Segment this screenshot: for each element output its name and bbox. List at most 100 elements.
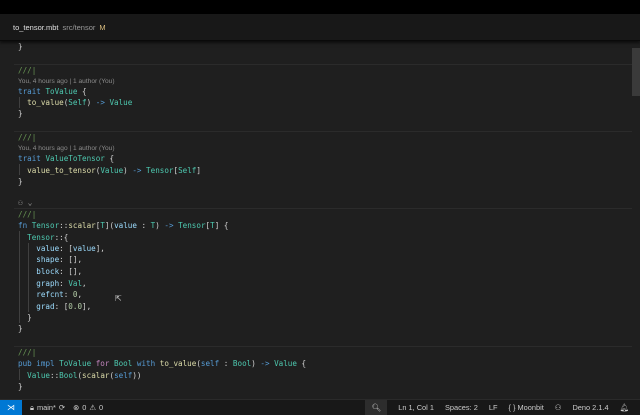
code-token: ], [82,302,92,311]
code-token: ///| [18,66,37,75]
code-line: } [18,41,23,52]
sync-icon: ⟳ [58,403,66,412]
separator [14,131,632,132]
code-token: value_to_tensor [18,166,96,175]
code-line: ///| [18,65,36,76]
code-token: } [18,109,23,118]
code-token: Bool [114,359,137,368]
code-line: ///| [18,209,36,220]
code-token: } [18,324,23,333]
code-token: } [18,313,32,322]
branch-indicator[interactable]: 🔒︎ main* ⟳ [30,403,65,413]
code-token: , [82,279,87,288]
bell-icon[interactable]: 🔔︎ [620,403,629,412]
language-mode[interactable]: { } Moonbit [508,403,543,412]
copilot-icon[interactable]: ⚇ ⌄ [18,197,32,208]
code-token: shape [18,255,60,264]
code-token: Val [68,279,83,288]
scrollbar-thumb[interactable] [632,48,640,96]
code-line: to_value(Self) -> Value [18,97,132,108]
code-token: Value [18,371,51,380]
code-token: { [109,154,115,163]
code-line: value: [value], [18,243,105,254]
code-token: : [136,221,151,230]
code-token: { [82,87,87,96]
code-line: ///| [18,347,36,358]
branch-name: main* [36,403,56,412]
code-token: -> [260,359,275,368]
tab-modified-badge: M [99,22,106,32]
code-token: ) [155,221,165,230]
code-line: ///| [18,132,36,143]
code-line: refcnt: 0, [18,289,82,300]
code-token: : [219,359,233,368]
code-token: : [ [59,244,73,253]
code-line: trait ToValue { [18,86,87,97]
copilot-status-icon[interactable]: ⚇ [555,403,562,412]
code-line: fn Tensor::scalar[T](value : T) -> Tenso… [18,220,228,231]
code-token: for [95,359,115,368]
error-count: 0 [82,403,87,412]
error-icon: ⊗ [73,403,80,412]
code-token: -> [164,221,179,230]
code-token: Self [178,166,197,175]
code-token: ///| [18,133,37,142]
editor-tab[interactable]: to_tensor.mbt src/tensor M [0,14,640,41]
code-token: Tensor [146,166,174,175]
code-line: value_to_tensor(Value) -> Tensor[Self] [18,165,201,176]
language-label: Moonbit [517,403,544,412]
code-token: scalar [68,221,96,230]
warning-icon: ⚠ [89,403,97,412]
code-line: } [18,323,23,334]
cursor-position[interactable]: Ln 1, Col 1 [398,403,434,412]
code-token: -> [132,166,147,175]
code-token: )) [132,371,142,380]
code-token: : [63,290,73,299]
code-token: ] { [214,221,229,230]
code-token: value [114,221,137,230]
code-line: grad: [0.0], [18,301,91,312]
code-token: Tensor [178,221,206,230]
code-token: ) [251,359,261,368]
separator [14,346,632,347]
code-token: value [72,244,96,253]
code-token: } [18,177,23,186]
title-bar [0,0,640,14]
code-token: value [18,244,60,253]
code-editor[interactable]: ⚇ ⌄ enum Value {}///|You, 4 hours ago | … [0,28,632,398]
indentation[interactable]: Spaces: 2 [445,403,478,412]
code-line: Tensor::{ [18,232,68,243]
code-token: -> [95,98,110,107]
code-token: trait [18,154,46,163]
deno-version[interactable]: Deno 2.1.4 [572,403,608,412]
problems-indicator[interactable]: ⊗ 0 ⚠ 0 [73,403,103,412]
code-line: pub impl ToValue for Bool with to_value(… [18,358,306,369]
code-token: impl [36,359,60,368]
code-token: Value [100,166,124,175]
code-token: block [18,267,60,276]
zoom-icon[interactable]: 🔍︎ [365,400,388,415]
remote-icon[interactable]: ⋊ [0,400,22,415]
code-token: self [114,371,133,380]
code-token: , [77,290,83,299]
code-line: } [18,108,23,119]
warning-count: 0 [99,403,104,412]
code-token: to_value [18,98,64,107]
separator [14,208,632,209]
code-token: ) [123,166,133,175]
line-ending[interactable]: LF [489,403,498,412]
code-token: ///| [18,210,37,219]
code-token: refcnt [18,290,64,299]
code-token: ], [95,244,105,253]
code-token: : [59,279,69,288]
code-line: } [18,312,32,323]
code-token: ]( [104,221,115,230]
code-token: ) [86,98,96,107]
separator [14,64,632,65]
code-token: } [18,382,23,391]
code-token: Value [274,359,302,368]
code-token: ::{ [54,233,69,242]
code-token: fn [18,221,32,230]
code-token: : [], [59,267,83,276]
code-line: graph: Val, [18,278,87,289]
